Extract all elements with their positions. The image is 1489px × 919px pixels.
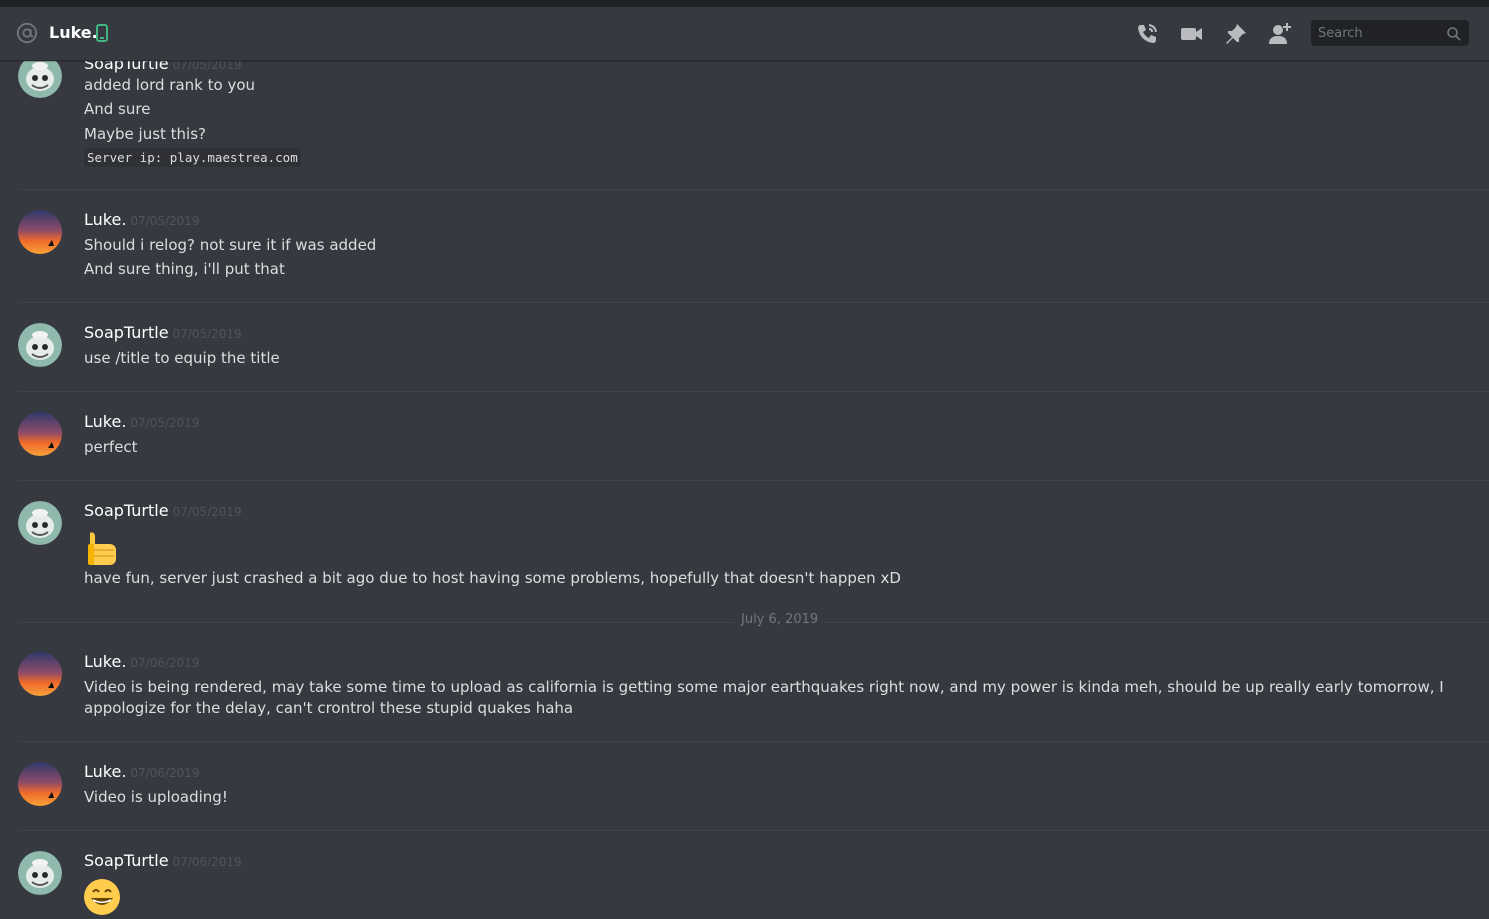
message-header: Luke. 07/06/2019 — [84, 652, 200, 671]
video-call-icon[interactable] — [1179, 21, 1205, 47]
message-header: Luke. 07/05/2019 — [84, 210, 200, 229]
message-text: Maybe just this? — [84, 125, 206, 143]
author-name[interactable]: SoapTurtle — [84, 851, 169, 870]
message-text: Video is being rendered, may take some t… — [84, 678, 1444, 717]
add-friend-icon[interactable] — [1267, 21, 1293, 47]
search-input[interactable] — [1318, 20, 1439, 46]
avatar-soapturtle[interactable] — [18, 851, 62, 895]
author-name[interactable]: Luke. — [84, 210, 126, 229]
thumbs-up-emoji-icon — [84, 529, 120, 565]
message-list: SoapTurtle 07/05/2019 added lord rank to … — [0, 0, 1489, 919]
author-name[interactable]: SoapTurtle — [84, 501, 169, 520]
author-name[interactable]: SoapTurtle — [84, 323, 169, 342]
timestamp: 07/05/2019 — [172, 505, 242, 519]
message-text: use /title to equip the title — [84, 349, 280, 367]
timestamp: 07/06/2019 — [130, 656, 200, 670]
message-divider — [18, 189, 1489, 190]
author-name[interactable]: Luke. — [84, 412, 126, 431]
message-text: And sure thing, i'll put that — [84, 260, 285, 278]
message-header: Luke. 07/06/2019 — [84, 762, 200, 781]
pin-icon[interactable] — [1223, 21, 1249, 47]
message-text: Should i relog? not sure it if was added — [84, 236, 377, 254]
grinning-face-emoji-icon — [84, 879, 120, 915]
date-separator: July 6, 2019 — [735, 612, 825, 627]
message-divider — [18, 741, 1489, 742]
message-header: Luke. 07/05/2019 — [84, 412, 200, 431]
timestamp: 07/06/2019 — [130, 766, 200, 780]
author-name[interactable]: Luke. — [84, 652, 126, 671]
channel-name: Luke. — [49, 23, 98, 42]
message-divider — [18, 302, 1489, 303]
avatar-luke[interactable] — [18, 210, 62, 254]
message-text: added lord rank to you — [84, 76, 255, 94]
window-top-strip — [0, 0, 1489, 7]
message-text: perfect — [84, 438, 138, 456]
author-name[interactable]: Luke. — [84, 762, 126, 781]
avatar-soapturtle[interactable] — [18, 501, 62, 545]
message-header: SoapTurtle 07/05/2019 — [84, 501, 242, 520]
timestamp: 07/05/2019 — [130, 214, 200, 228]
timestamp: 07/06/2019 — [172, 855, 242, 869]
message-header: SoapTurtle 07/05/2019 — [84, 323, 242, 342]
message-text: Video is uploading! — [84, 788, 228, 806]
avatar-luke[interactable] — [18, 652, 62, 696]
voice-call-icon[interactable] — [1134, 21, 1160, 47]
message-text: And sure — [84, 100, 151, 118]
channel-header: Luke. — [0, 7, 1489, 61]
message-divider — [18, 391, 1489, 392]
search-icon[interactable] — [1447, 26, 1461, 41]
mobile-online-icon — [96, 24, 108, 42]
message-divider — [18, 480, 1489, 481]
message-header: SoapTurtle 07/06/2019 — [84, 851, 242, 870]
inline-code: Server ip: play.maestrea.com — [84, 148, 301, 167]
message-text: have fun, server just crashed a bit ago … — [84, 569, 901, 587]
avatar-soapturtle[interactable] — [18, 323, 62, 367]
avatar-luke[interactable] — [18, 762, 62, 806]
timestamp: 07/05/2019 — [130, 416, 200, 430]
search-box[interactable] — [1311, 20, 1469, 46]
timestamp: 07/05/2019 — [172, 327, 242, 341]
message-divider — [18, 830, 1489, 831]
avatar-luke[interactable] — [18, 412, 62, 456]
at-icon — [16, 22, 38, 44]
